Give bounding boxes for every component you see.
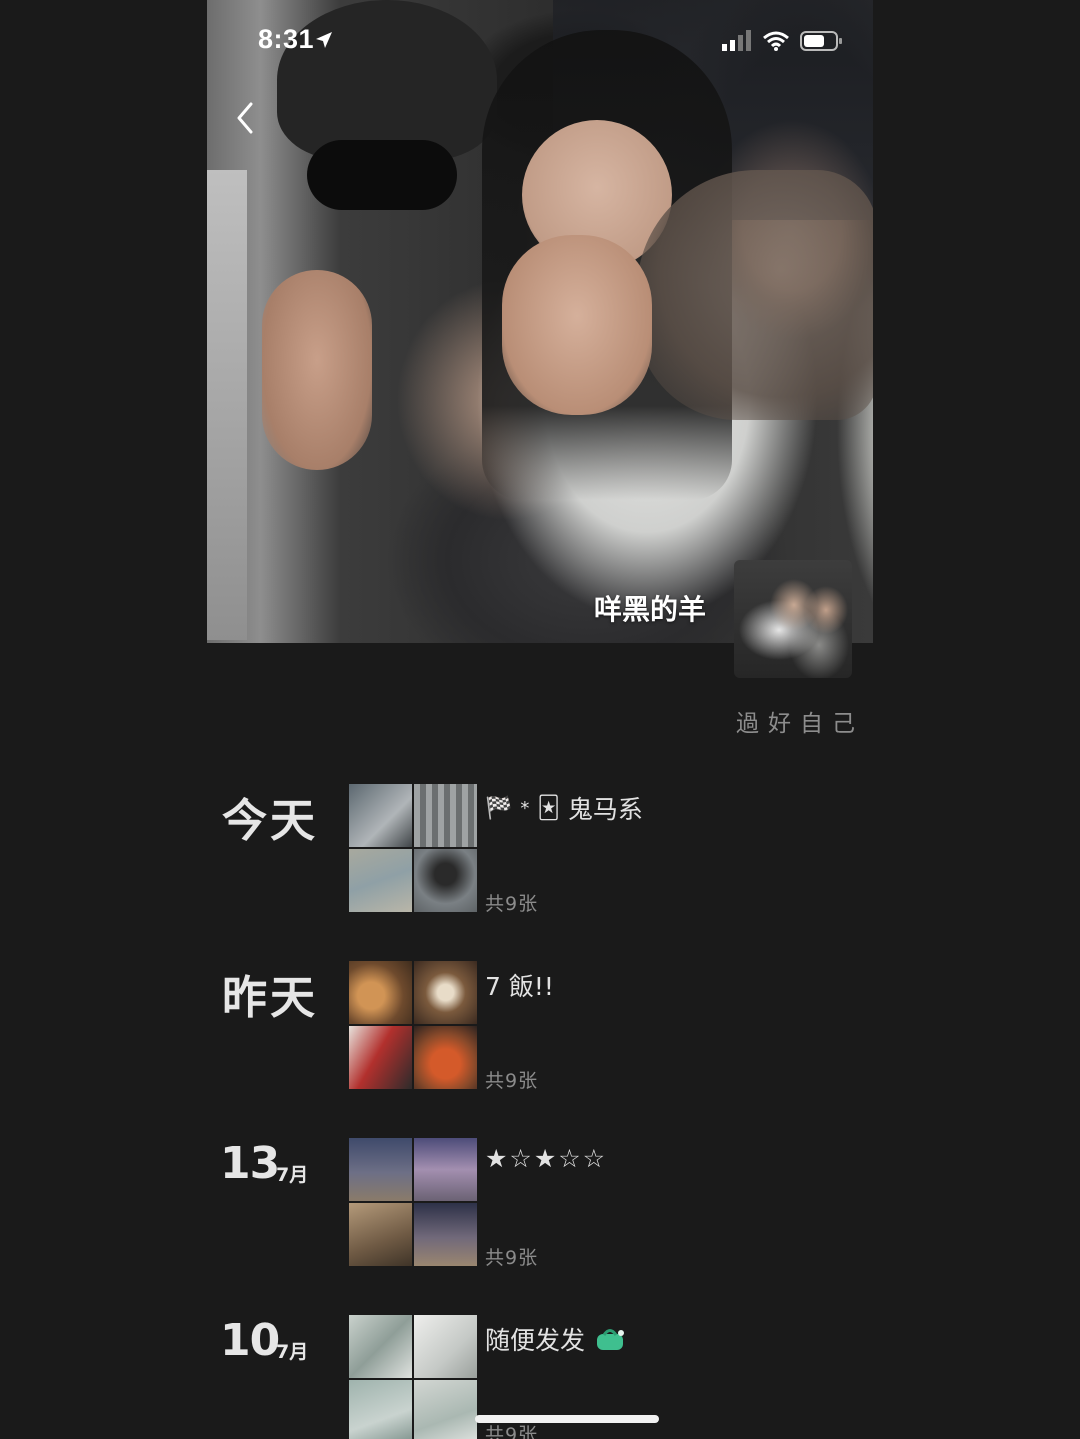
battery-icon: [800, 31, 842, 51]
chevron-left-icon: [237, 102, 253, 134]
post-thumbnail: [414, 784, 477, 847]
post-thumbnail: [414, 1026, 477, 1089]
post-thumbnail-grid[interactable]: [349, 1315, 477, 1439]
post-thumbnail: [349, 1380, 412, 1439]
post-thumbnail: [349, 1203, 412, 1266]
cover-hands: [502, 235, 652, 415]
post-date-label: 昨天: [222, 971, 319, 1024]
cover-tattoo-arm: [637, 170, 873, 420]
post-title: 随便发发: [485, 1321, 629, 1357]
post-title: 7 飯!!: [485, 967, 554, 1003]
post-date-day: 13: [220, 1138, 280, 1189]
moment-post-row[interactable]: 今天 🏁 * 🃏 鬼马系 共9张: [0, 784, 1080, 915]
post-thumbnail: [349, 961, 412, 1024]
photo-count: 共9张: [485, 1247, 539, 1269]
location-arrow-icon: [316, 32, 332, 48]
post-title-text: 鬼马系: [567, 795, 643, 824]
profile-signature: 過好自己: [736, 711, 864, 737]
moment-post-row[interactable]: 13 7月 ★☆★☆☆ 共9张: [0, 1138, 1080, 1269]
status-icons: [722, 30, 844, 52]
post-title-text: 7 飯!!: [485, 972, 554, 1001]
post-title-text: ★☆★☆☆: [485, 1144, 608, 1173]
checkered-flag-icon: 🏁: [485, 795, 513, 821]
back-button[interactable]: [230, 100, 260, 136]
post-thumbnail-grid[interactable]: [349, 961, 477, 1089]
asterisk-mark: *: [520, 797, 530, 819]
green-bag-icon: [597, 1329, 625, 1350]
post-thumbnail: [349, 784, 412, 847]
post-thumbnail: [349, 1138, 412, 1201]
cover-sunglasses: [307, 140, 457, 210]
post-thumbnail: [414, 1203, 477, 1266]
post-thumbnail-grid[interactable]: [349, 784, 477, 912]
post-title: 🏁 * 🃏 鬼马系: [485, 790, 643, 826]
post-thumbnail: [414, 1315, 477, 1378]
status-time: 8:31: [258, 24, 315, 54]
post-thumbnail: [414, 849, 477, 912]
post-title-text: 随便发发: [485, 1326, 586, 1355]
post-thumbnail-grid[interactable]: [349, 1138, 477, 1266]
post-thumbnail: [349, 1315, 412, 1378]
photo-count: 共9张: [485, 893, 539, 915]
post-thumbnail: [349, 1026, 412, 1089]
cover-gesture-hand: [262, 270, 372, 470]
cellular-signal-icon: [722, 30, 751, 51]
profile-name: 咩黑的羊: [594, 593, 707, 626]
moment-post-row[interactable]: 昨天 7 飯!! 共9张: [0, 961, 1080, 1092]
cover-wall: [207, 170, 247, 640]
post-thumbnail: [349, 849, 412, 912]
wifi-icon: [763, 31, 789, 51]
joker-card-icon: 🃏: [537, 795, 560, 821]
post-date-month: 7月: [276, 1164, 309, 1186]
photo-count: 共9张: [485, 1070, 539, 1092]
post-date-day: 10: [220, 1315, 280, 1366]
home-indicator[interactable]: [475, 1415, 659, 1423]
post-thumbnail: [414, 961, 477, 1024]
avatar[interactable]: [734, 560, 852, 678]
post-date-month: 7月: [276, 1341, 309, 1363]
post-thumbnail: [414, 1138, 477, 1201]
cover-photo[interactable]: [207, 0, 873, 643]
post-title: ★☆★☆☆: [485, 1144, 607, 1173]
post-date-label: 今天: [222, 794, 319, 847]
post-thumbnail: [414, 1380, 477, 1439]
